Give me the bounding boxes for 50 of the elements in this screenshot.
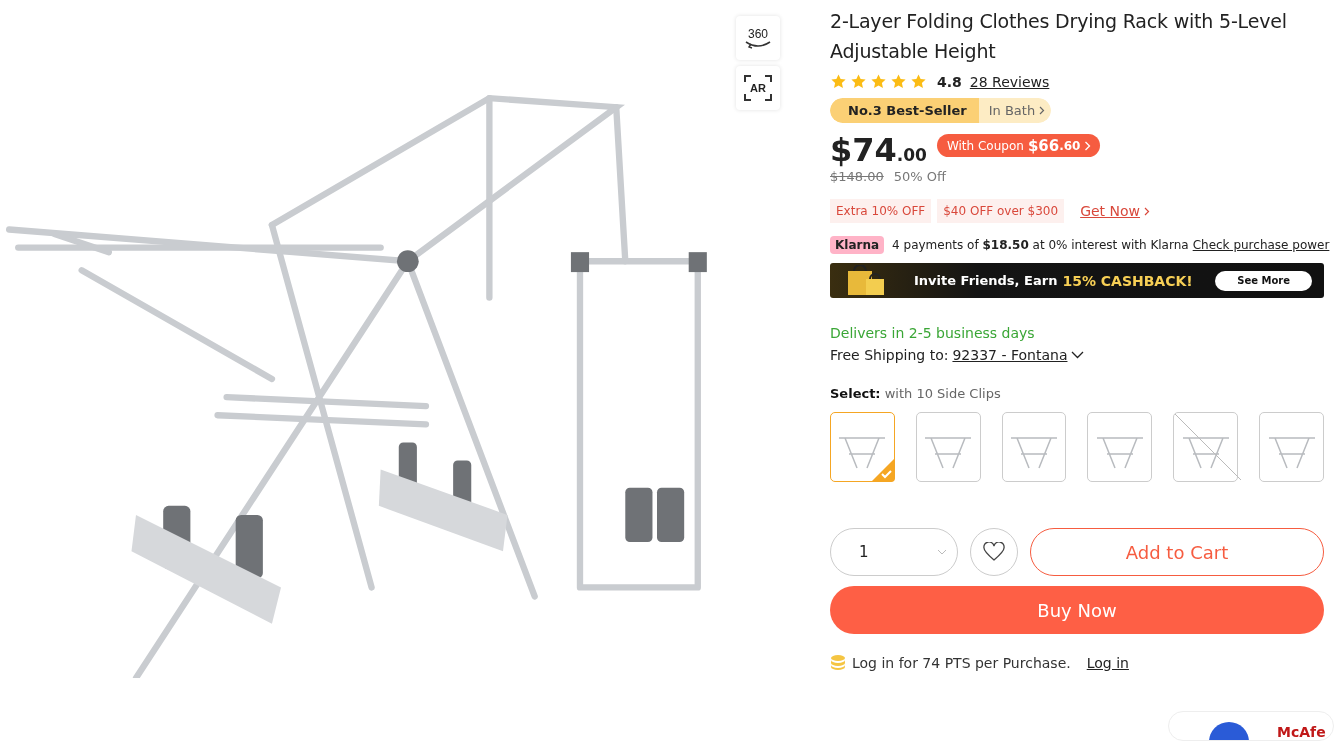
coins-icon bbox=[830, 654, 846, 671]
star-icon bbox=[910, 73, 927, 90]
chevron-right-icon bbox=[1039, 106, 1046, 115]
variant-option[interactable] bbox=[915, 412, 981, 482]
see-more-button[interactable]: See More bbox=[1215, 270, 1312, 291]
delivery-estimate: Delivers in 2-5 business days bbox=[830, 325, 1036, 341]
rating-score: 4.8 bbox=[937, 73, 962, 90]
variant-option[interactable] bbox=[1001, 412, 1067, 482]
wishlist-button[interactable] bbox=[970, 528, 1018, 576]
chevron-down-icon[interactable] bbox=[1071, 351, 1085, 359]
scan-frame-icon bbox=[743, 73, 773, 103]
shipping-label: Free Shipping to: bbox=[830, 347, 949, 363]
product-title: 2-Layer Folding Clothes Drying Rack with 5-Level Adjustable Height bbox=[830, 9, 1288, 64]
star-icon bbox=[850, 73, 867, 90]
original-price: $148.00 bbox=[830, 169, 884, 184]
cashback-banner[interactable]: Invite Friends, Earn 15% CASHBACK! See More bbox=[830, 263, 1324, 298]
variant-option[interactable] bbox=[1259, 412, 1324, 482]
unavailable-slash-icon bbox=[1174, 413, 1243, 481]
rank-label: No.3 Best-Seller bbox=[830, 98, 979, 123]
star-icon bbox=[830, 73, 847, 90]
ar-view-button[interactable]: AR bbox=[736, 66, 780, 110]
purchase-power-link[interactable]: Check purchase power bbox=[1192, 238, 1330, 252]
view-360-button[interactable]: 360 bbox=[736, 16, 780, 60]
points-text: Log in for 74 PTS per Purchase. bbox=[852, 654, 1071, 671]
location-link[interactable]: 92337 - Fontana bbox=[952, 347, 1068, 363]
category-link[interactable]: In Bath bbox=[978, 98, 1052, 123]
installment-text: 4 payments of $18.50 at 0% interest with Klarna bbox=[892, 238, 1189, 252]
variant-option[interactable] bbox=[830, 412, 895, 482]
banner-text: Invite Friends, Earn bbox=[914, 273, 1058, 288]
quantity-select[interactable]: 1 bbox=[830, 528, 958, 576]
security-logo-text: McAfe bbox=[1277, 724, 1326, 740]
heart-icon bbox=[983, 542, 1005, 562]
chevron-down-icon bbox=[937, 549, 947, 555]
star-icon bbox=[870, 73, 887, 90]
variant-option[interactable] bbox=[1087, 412, 1153, 482]
reviews-link[interactable]: 28 Reviews bbox=[969, 73, 1050, 90]
rotate-arrow-icon bbox=[744, 41, 772, 49]
variant-label: Select: with 10 Side Clips bbox=[830, 386, 1002, 401]
chevron-right-icon bbox=[1144, 206, 1151, 216]
klarna-badge: Klarna bbox=[830, 236, 885, 254]
promo-tag: Extra 10% OFF bbox=[830, 199, 932, 223]
sale-price: $74.00 bbox=[830, 133, 927, 167]
selected-check-icon bbox=[870, 458, 895, 482]
login-link[interactable]: Log in bbox=[1086, 654, 1129, 671]
star-icon bbox=[890, 73, 907, 90]
chevron-right-icon bbox=[1084, 140, 1092, 151]
cashback-highlight: 15% CASHBACK! bbox=[1062, 272, 1193, 289]
get-now-link[interactable]: Get Now bbox=[1080, 203, 1151, 219]
promo-tag: $40 OFF over $300 bbox=[937, 199, 1065, 223]
discount-label: 50% Off bbox=[893, 169, 946, 184]
